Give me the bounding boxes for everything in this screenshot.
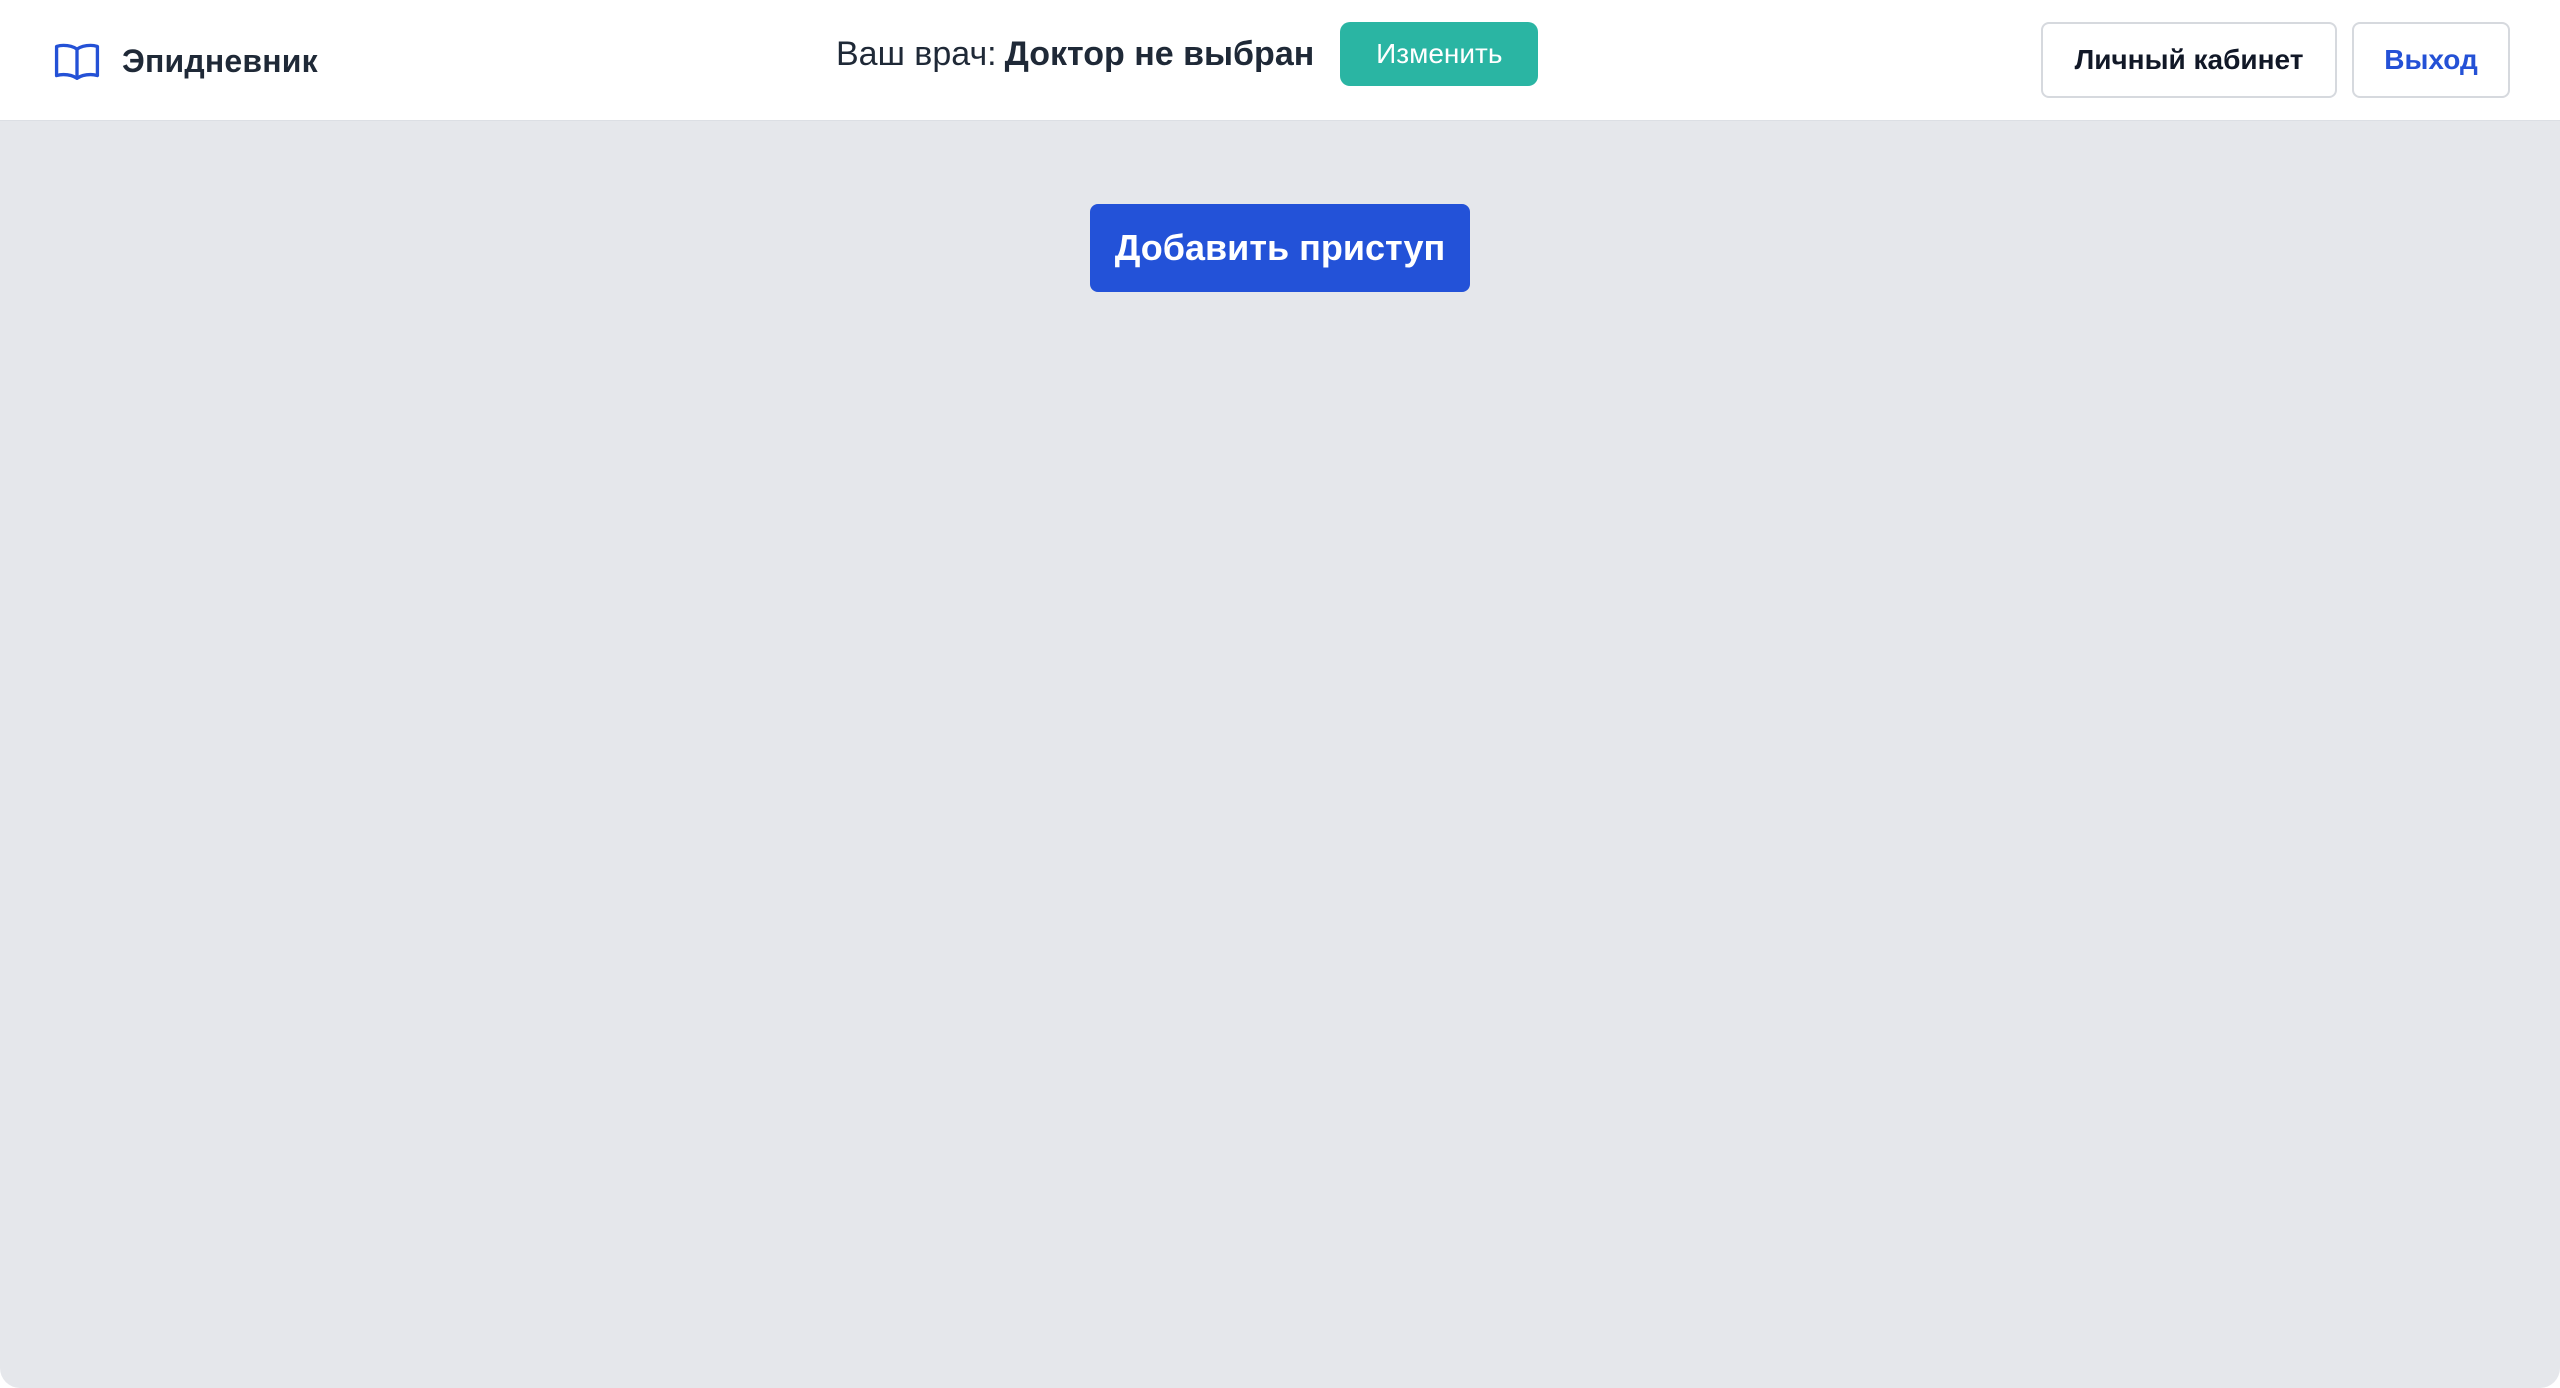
change-doctor-button[interactable]: Изменить (1340, 22, 1539, 86)
top-navbar: Эпидневник Ваш врач: Доктор не выбран Из… (0, 0, 2560, 121)
add-seizure-button[interactable]: Добавить приступ (1090, 204, 1470, 292)
brand[interactable]: Эпидневник (52, 33, 318, 89)
open-book-icon (52, 36, 102, 86)
doctor-name: Доктор не выбран (1004, 34, 1315, 73)
brand-name: Эпидневник (122, 42, 318, 79)
app-window: Эпидневник Ваш врач: Доктор не выбран Из… (0, 0, 2560, 1388)
doctor-selector: Ваш врач: Доктор не выбран Изменить (836, 22, 1539, 86)
logout-button[interactable]: Выход (2352, 22, 2510, 98)
doctor-label: Ваш врач: (836, 34, 997, 73)
personal-cabinet-button[interactable]: Личный кабинет (2041, 22, 2337, 98)
